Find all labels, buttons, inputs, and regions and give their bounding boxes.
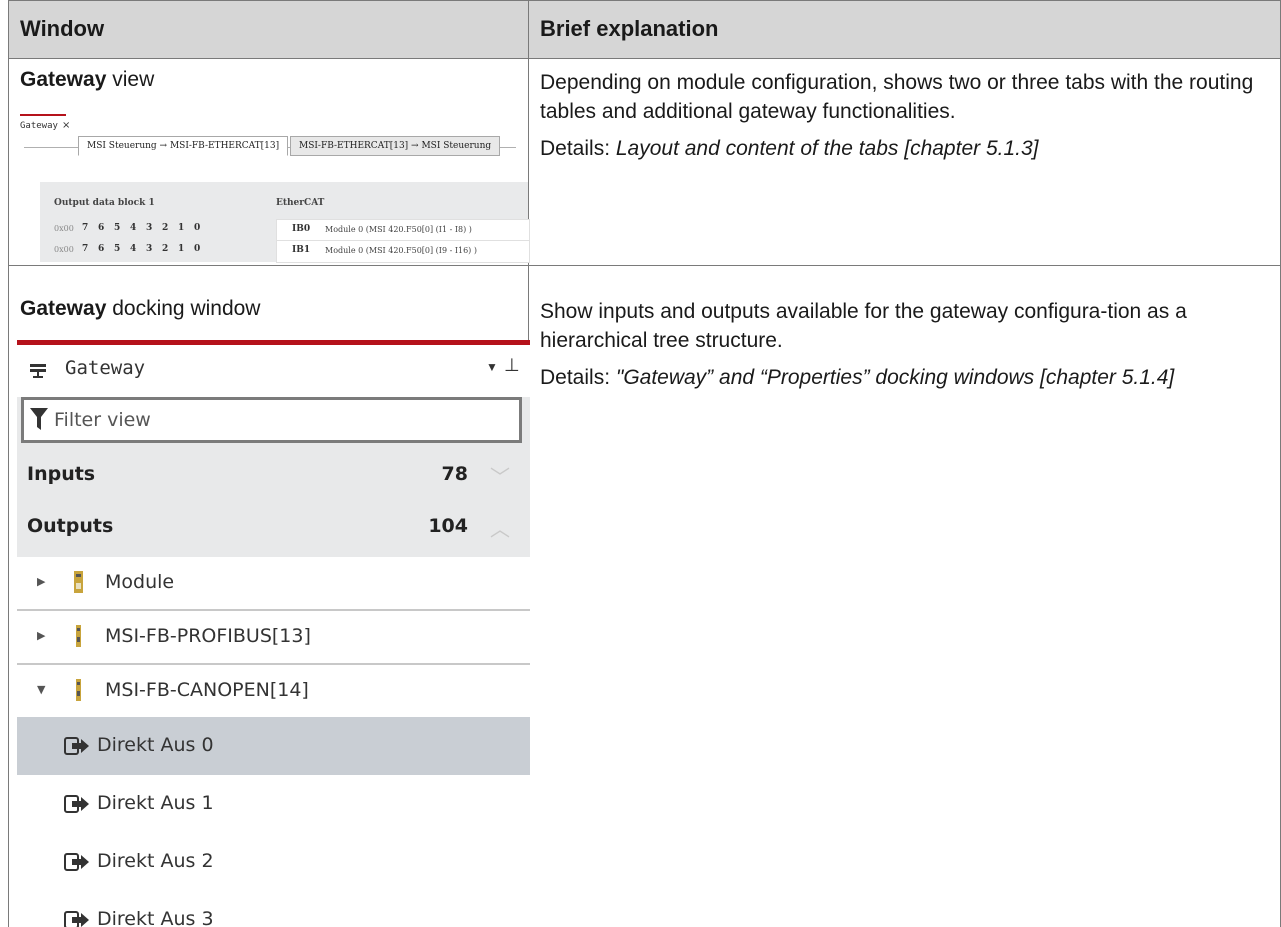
docking-window-body: Inputs 78 ﹀ Outputs 104 ︿ ▶ Module (17, 397, 530, 927)
close-icon[interactable]: × (62, 120, 70, 131)
mapping-entry[interactable]: IB1 Module 0 (MSI 420.F50[0] (I9 - I16) ) (276, 240, 530, 263)
header-window: Window (20, 16, 105, 41)
row1-title: Gateway view (20, 68, 155, 91)
row1-description: Depending on module configuration, shows… (540, 71, 1254, 160)
doc-tab-accent (20, 114, 66, 116)
doc-tab-gateway[interactable]: Gateway × (20, 120, 70, 131)
mapping-entry[interactable]: IB0 Module 0 (MSI 420.F50[0] (I1 - I8) ) (276, 219, 530, 242)
ethercat-header: EtherCAT (276, 198, 325, 208)
tree-leaf-direkt-aus-0[interactable]: Direkt Aus 0 (17, 717, 530, 775)
section-outputs[interactable]: Outputs 104 ︿ (17, 501, 530, 553)
bit-labels: 76543210 (82, 223, 201, 233)
explanation-table: Window Brief explanation Gateway view De… (8, 0, 1281, 927)
output-data-block-header: Output data block 1 (54, 198, 155, 208)
table-border-row1 (8, 265, 1281, 266)
outputs-count: 104 (428, 515, 468, 537)
chevron-up-icon[interactable]: ︿ (490, 513, 510, 542)
docking-window-titlebar: Gateway ▼ ⊥ (17, 345, 530, 397)
tab-controller-to-ethercat[interactable]: MSI Steuerung → MSI-FB-ETHERCAT[13] (78, 136, 289, 156)
gateway-icon (30, 364, 46, 378)
filter-box[interactable] (21, 397, 522, 443)
expand-arrow-icon[interactable]: ▶ (37, 629, 45, 642)
section-inputs[interactable]: Inputs 78 ﹀ (17, 449, 530, 501)
output-icon (64, 911, 89, 927)
fieldbus-module-icon (76, 679, 81, 701)
row2-details-link[interactable]: "Gateway” and “Properties” docking windo… (616, 366, 1174, 389)
chevron-down-icon[interactable]: ▼ (486, 360, 498, 374)
tree-leaf-direkt-aus-3[interactable]: Direkt Aus 3 (17, 891, 530, 927)
chevron-down-icon[interactable]: ﹀ (490, 461, 510, 490)
filter-input[interactable] (54, 406, 494, 434)
bit-labels: 76543210 (82, 244, 201, 254)
table-border-header (8, 58, 1281, 59)
pin-icon[interactable]: ⊥ (504, 355, 520, 376)
tree-leaf-direkt-aus-2[interactable]: Direkt Aus 2 (17, 833, 530, 891)
header-explanation: Brief explanation (540, 16, 719, 41)
table-border-left (8, 0, 9, 927)
output-icon (64, 795, 89, 813)
row1-details-link[interactable]: Layout and content of the tabs [chapter … (616, 137, 1039, 160)
row2-description: Show inputs and outputs available for th… (540, 300, 1187, 389)
fieldbus-module-icon (76, 625, 81, 647)
row2-title: Gateway docking window (20, 297, 261, 320)
table-border-top (8, 0, 1281, 1)
module-icon (74, 571, 83, 593)
gateway-docking-window: Gateway ▼ ⊥ Inputs 78 ﹀ Outputs 104 ︿ (17, 340, 530, 927)
tree-leaf-direkt-aus-1[interactable]: Direkt Aus 1 (17, 775, 530, 833)
tree-node-canopen[interactable]: ▼ MSI-FB-CANOPEN[14] (17, 665, 530, 717)
tree-node-module[interactable]: ▶ Module (17, 557, 530, 611)
tab-ethercat-to-controller[interactable]: MSI-FB-ETHERCAT[13] → MSI Steuerung (290, 136, 501, 156)
table-row: 0x00 76543210 IB1 Module 0 (MSI 420.F50[0… (40, 240, 530, 263)
docking-window-title: Gateway (65, 357, 146, 379)
filter-icon (30, 408, 48, 430)
expand-arrow-icon[interactable]: ▶ (37, 575, 45, 588)
inputs-count: 78 (441, 463, 468, 485)
gateway-view-thumbnail: Gateway × MSI Steuerung → MSI-FB-ETHERCAT… (20, 112, 530, 263)
collapse-arrow-icon[interactable]: ▼ (37, 683, 45, 696)
table-row: 0x00 76543210 IB0 Module 0 (MSI 420.F50[0… (40, 219, 530, 242)
routing-table-panel: Output data block 1 EtherCAT 0x00 765432… (40, 182, 530, 263)
output-icon (64, 853, 89, 871)
output-icon (64, 737, 89, 755)
tree-node-profibus[interactable]: ▶ MSI-FB-PROFIBUS[13] (17, 611, 530, 665)
